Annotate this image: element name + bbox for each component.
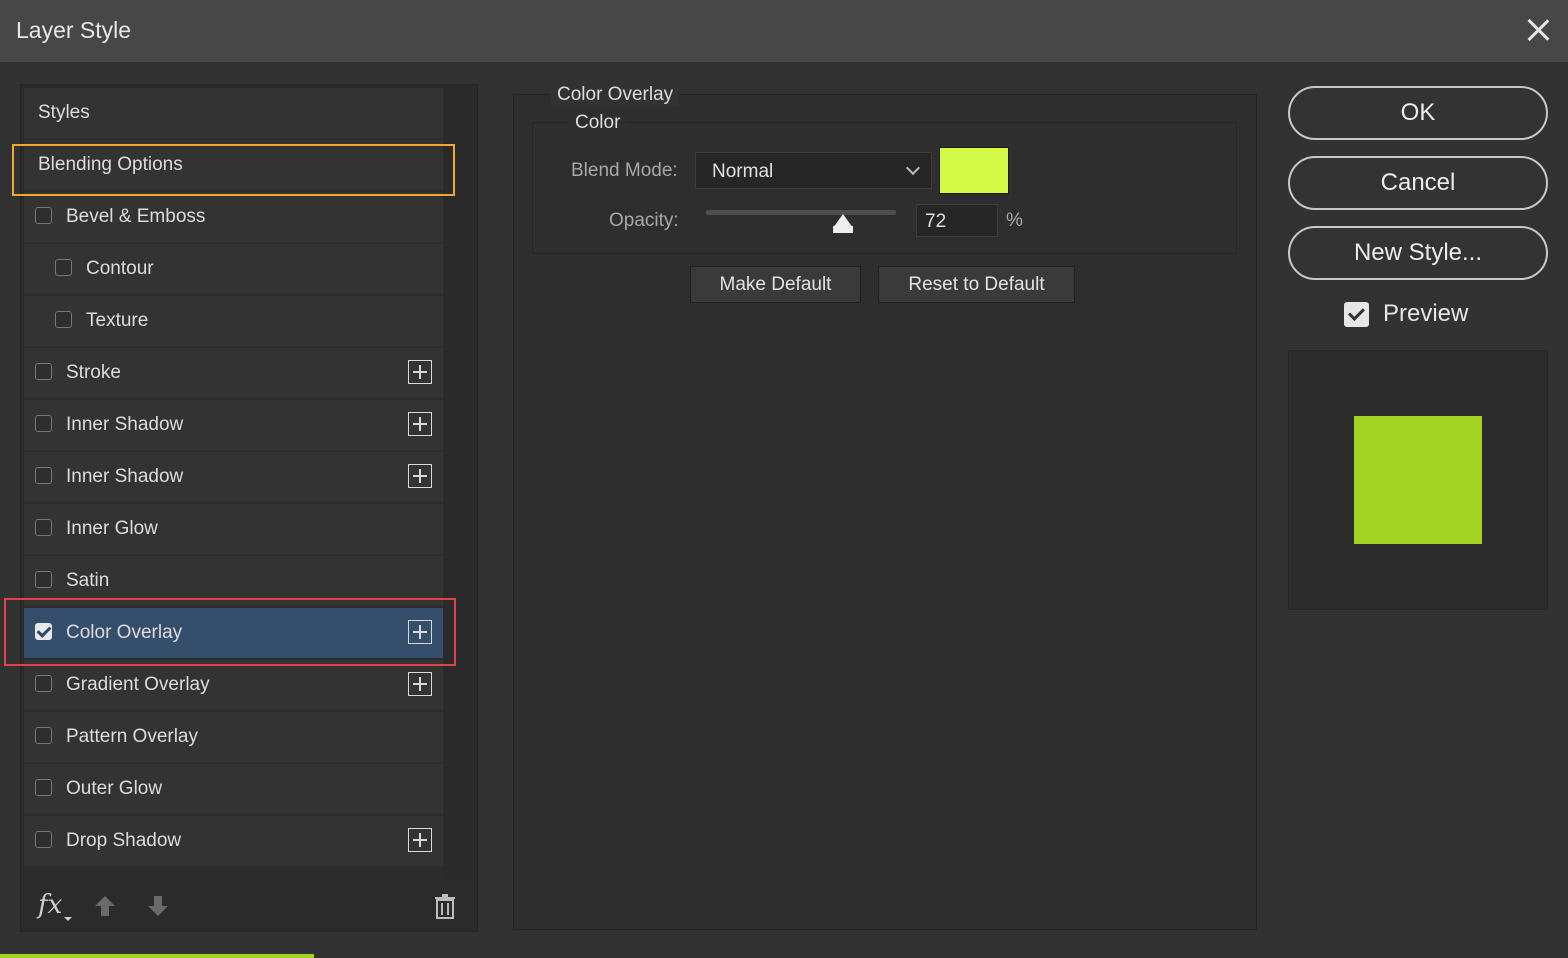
opacity-value: 72 [925, 211, 947, 232]
styles-header-label: Styles [38, 102, 90, 123]
close-icon[interactable] [1522, 14, 1554, 46]
style-item-pattern-overlay[interactable]: Pattern Overlay [24, 712, 443, 762]
style-checkbox[interactable] [55, 259, 72, 276]
color-overlay-group-title: Color Overlay [551, 84, 680, 106]
new-style-button[interactable]: New Style... [1288, 226, 1548, 280]
style-item-label: Inner Glow [66, 518, 158, 539]
style-item-label: Inner Shadow [66, 414, 184, 435]
style-checkbox[interactable] [35, 779, 52, 796]
style-item-label: Drop Shadow [66, 830, 182, 851]
make-default-button[interactable]: Make Default [690, 266, 861, 303]
style-checkbox[interactable] [55, 311, 72, 328]
style-checkbox[interactable] [35, 571, 52, 588]
style-checkbox[interactable] [35, 363, 52, 380]
style-item-inner-shadow[interactable]: Inner Shadow [24, 400, 443, 450]
overlay-color-swatch[interactable] [939, 147, 1009, 194]
color-overlay-highlight [4, 598, 456, 666]
color-group-title: Color [569, 112, 627, 134]
trash-icon[interactable] [433, 893, 457, 919]
add-style-plus-icon[interactable] [408, 828, 432, 852]
style-item-label: Contour [86, 258, 154, 279]
style-checkbox[interactable] [35, 675, 52, 692]
style-checkbox[interactable] [35, 207, 52, 224]
style-checkbox[interactable] [35, 415, 52, 432]
opacity-unit: % [1006, 210, 1023, 231]
style-item-texture[interactable]: Texture [24, 296, 443, 346]
style-item-gradient-overlay[interactable]: Gradient Overlay [24, 660, 443, 710]
style-item-label: Bevel & Emboss [66, 206, 206, 227]
blend-mode-select[interactable]: Normal [695, 152, 932, 189]
style-item-contour[interactable]: Contour [24, 244, 443, 294]
reset-to-default-button[interactable]: Reset to Default [878, 266, 1075, 303]
dialog-title: Layer Style [16, 17, 132, 43]
blending-options-highlight [12, 144, 455, 196]
add-style-plus-icon[interactable] [408, 412, 432, 436]
fx-icon[interactable]: fx [38, 890, 62, 920]
style-item-label: Satin [66, 570, 110, 591]
style-item-label: Stroke [66, 362, 121, 383]
opacity-slider-track[interactable] [706, 210, 896, 215]
fx-dropdown-caret-icon[interactable] [64, 917, 72, 921]
move-up-arrow-icon[interactable] [94, 894, 116, 918]
style-item-label: Texture [86, 310, 149, 331]
style-item-inner-glow[interactable]: Inner Glow [24, 504, 443, 554]
style-checkbox[interactable] [35, 727, 52, 744]
chevron-down-icon [905, 160, 921, 176]
style-item-label: Pattern Overlay [66, 726, 198, 747]
preview-checkbox[interactable] [1344, 302, 1369, 327]
add-style-plus-icon[interactable] [408, 360, 432, 384]
bottom-accent-strip [0, 954, 314, 958]
style-checkbox[interactable] [35, 831, 52, 848]
style-item-drop-shadow[interactable]: Drop Shadow [24, 816, 443, 866]
opacity-label: Opacity: [609, 210, 679, 231]
style-item-label: Inner Shadow [66, 466, 184, 487]
style-item-outer-glow[interactable]: Outer Glow [24, 764, 443, 814]
style-item-bevel-emboss[interactable]: Bevel & Emboss [24, 192, 443, 242]
add-style-plus-icon[interactable] [408, 672, 432, 696]
preview-swatch [1354, 416, 1482, 544]
move-down-arrow-icon[interactable] [147, 894, 169, 918]
styles-header[interactable]: Styles [24, 88, 443, 138]
style-item-stroke[interactable]: Stroke [24, 348, 443, 398]
title-bar: Layer Style [0, 0, 1568, 62]
styles-footer [24, 880, 474, 930]
style-item-inner-shadow[interactable]: Inner Shadow [24, 452, 443, 502]
add-style-plus-icon[interactable] [408, 464, 432, 488]
blend-mode-value: Normal [712, 161, 774, 182]
cancel-button[interactable]: Cancel [1288, 156, 1548, 210]
styles-scrollbar[interactable] [444, 88, 476, 878]
blend-mode-label: Blend Mode: [571, 160, 678, 181]
style-item-label: Gradient Overlay [66, 674, 210, 695]
preview-label: Preview [1383, 300, 1469, 327]
style-checkbox[interactable] [35, 467, 52, 484]
style-checkbox[interactable] [35, 519, 52, 536]
style-item-label: Outer Glow [66, 778, 163, 799]
ok-button[interactable]: OK [1288, 86, 1548, 140]
opacity-input[interactable]: 72 [916, 204, 998, 237]
